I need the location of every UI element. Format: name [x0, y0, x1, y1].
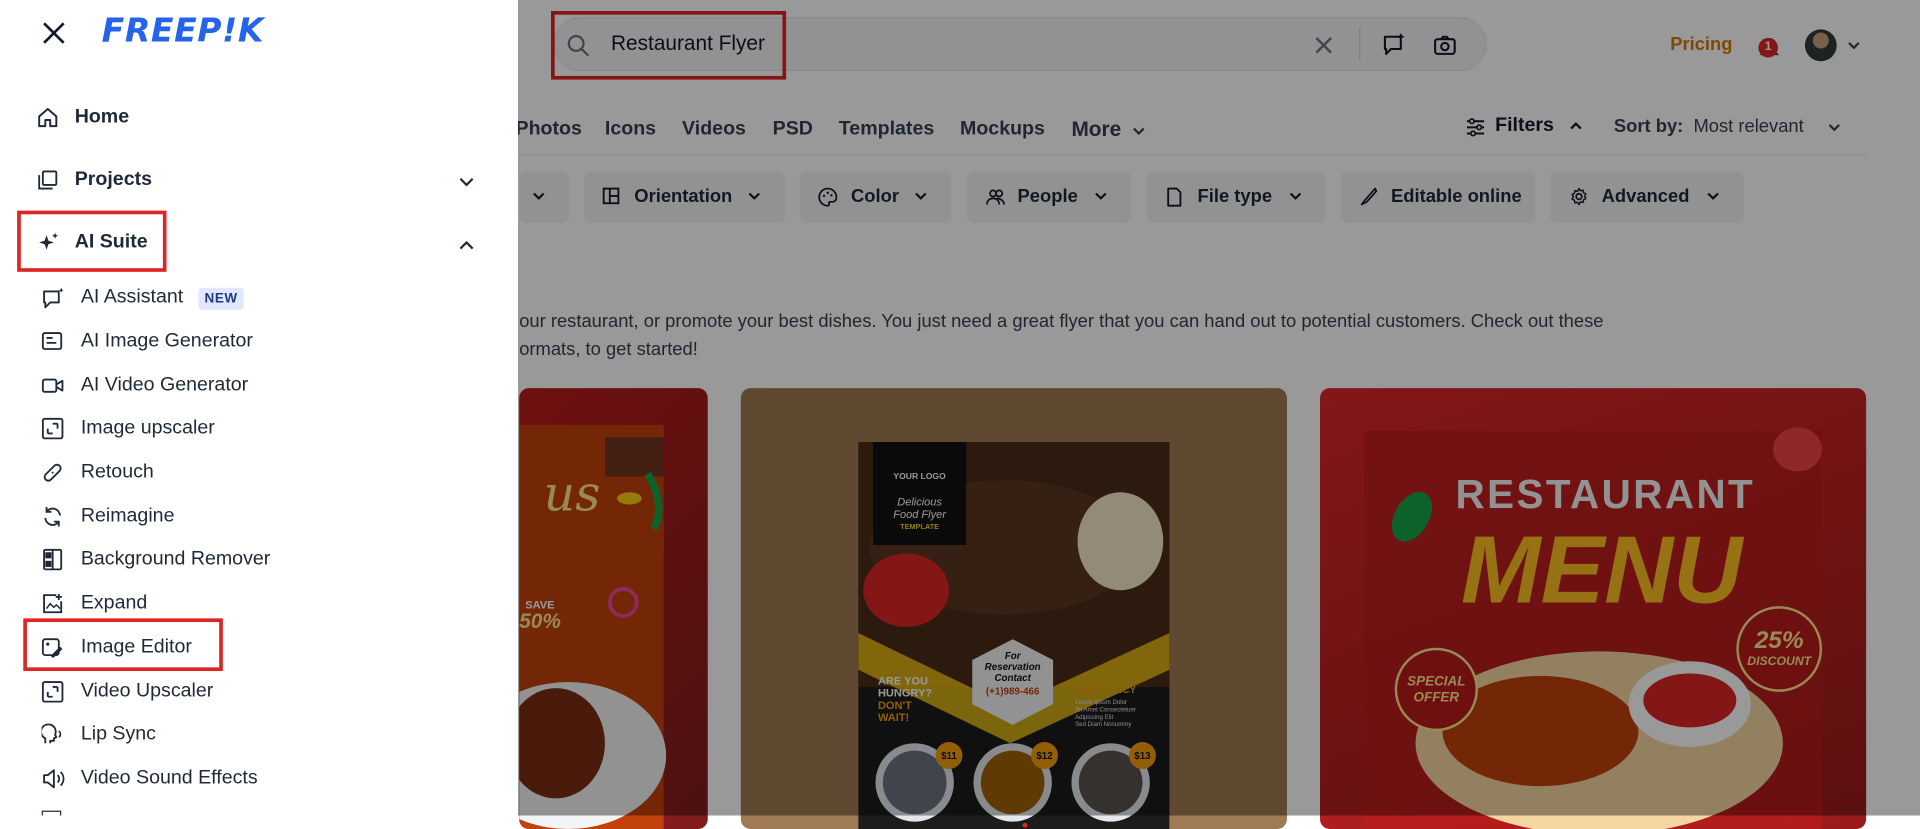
sidebar-item-label: Retouch	[80, 461, 154, 483]
sidebar-item-label: AI Video Generator	[80, 374, 249, 396]
chevron-up-icon[interactable]	[458, 236, 475, 253]
projects-icon	[38, 170, 58, 190]
sidebar-menu: FREEP!K Home Projects AI Suite AI Assist…	[0, 0, 518, 816]
sidebar-item-label: Projects	[74, 168, 153, 190]
scroll-indicator-dot	[1022, 822, 1028, 828]
sidebar-item-label: Lip Sync	[80, 723, 156, 745]
image-editor-highlight-box	[23, 618, 223, 672]
expand-icon	[43, 593, 63, 614]
sidebar-item-label: Background Remover	[80, 548, 271, 570]
sidebar-item-label: Home	[74, 106, 130, 128]
freepik-logo[interactable]: FREEP!K	[102, 12, 264, 50]
refresh-icon	[44, 506, 61, 527]
home-icon	[38, 108, 58, 128]
bandage-icon	[43, 463, 62, 482]
ai-suite-highlight-box	[17, 210, 167, 272]
modal-backdrop[interactable]	[517, 0, 1920, 816]
chat-sparkle-icon	[43, 287, 64, 309]
sidebar-item-label: Image upscaler	[80, 417, 215, 439]
image-generator-icon	[41, 332, 63, 350]
sidebar-item-label: Expand	[80, 592, 148, 614]
sidebar-item-label: Video Sound Effects	[80, 767, 258, 789]
video-camera-icon	[41, 378, 64, 393]
sidebar-item-label: AI Image Generator	[80, 330, 253, 352]
new-badge: NEW	[198, 287, 244, 310]
video-upscale-icon	[41, 681, 64, 703]
sidebar-item-label: Reimagine	[80, 505, 175, 527]
head-speaking-icon	[41, 723, 62, 744]
upscale-icon	[41, 417, 64, 440]
sidebar-item-label: Video Upscaler	[80, 680, 214, 702]
close-icon[interactable]	[40, 20, 67, 47]
main-content: Restaurant Flyer Pricing 1 Photos Icons …	[0, 0, 1920, 829]
background-remover-icon	[43, 548, 63, 571]
chevron-down-icon[interactable]	[458, 174, 475, 191]
sidebar-item-partial	[41, 808, 189, 816]
speaker-icon	[43, 769, 65, 789]
sidebar-item-label: AI Assistant	[80, 286, 184, 308]
